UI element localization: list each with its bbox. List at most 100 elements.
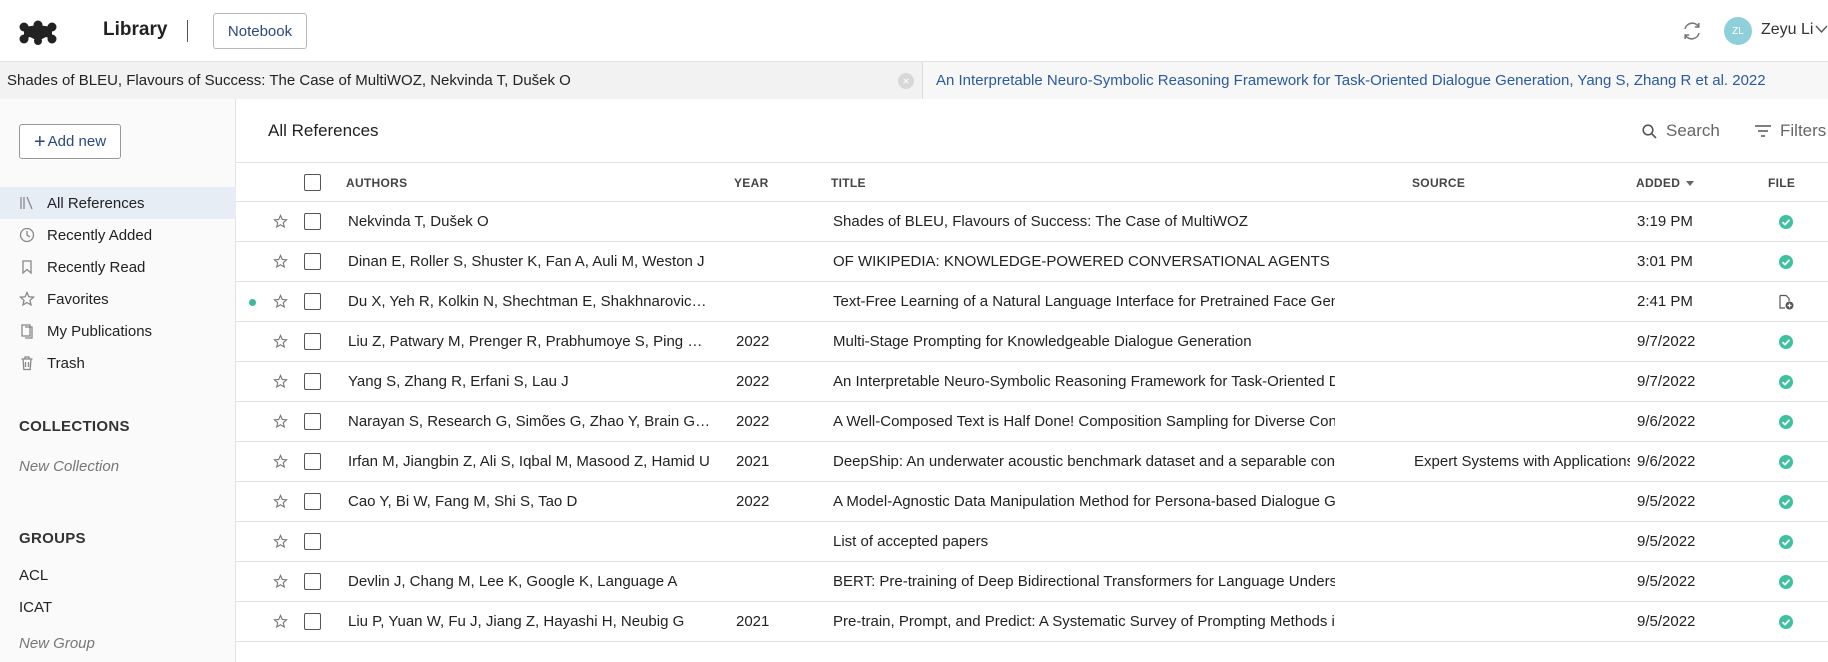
check-icon[interactable] <box>1778 454 1794 470</box>
trash-icon <box>21 356 33 371</box>
cell-year: 2022 <box>736 333 770 350</box>
favorite-star-icon[interactable] <box>273 294 288 309</box>
table-row[interactable]: Nekvinda T, Dušek O Shades of BLEU, Flavo… <box>236 202 1828 242</box>
notebook-button[interactable]: Notebook <box>213 13 307 49</box>
tab-document-2[interactable]: An Interpretable Neuro-Symbolic Reasonin… <box>923 62 1828 99</box>
sync-icon[interactable] <box>1681 20 1703 42</box>
sidebar: + Add new All References Recently Added … <box>0 99 236 662</box>
tab-document-1[interactable]: Shades of BLEU, Flavours of Success: The… <box>0 62 923 99</box>
cell-added: 3:19 PM <box>1637 213 1693 230</box>
check-icon[interactable] <box>1778 494 1794 510</box>
search-label: Search <box>1666 121 1720 140</box>
search-button[interactable]: Search <box>1642 119 1720 143</box>
row-checkbox[interactable] <box>304 293 321 310</box>
add-new-button[interactable]: + Add new <box>19 124 121 159</box>
favorite-star-icon[interactable] <box>273 214 288 229</box>
cell-authors: Dinan E, Roller S, Shuster K, Fan A, Aul… <box>348 253 705 270</box>
row-checkbox[interactable] <box>304 493 321 510</box>
check-icon[interactable] <box>1778 414 1794 430</box>
favorite-star-icon[interactable] <box>273 494 288 509</box>
panel-header: All References Search Filters <box>236 99 1828 163</box>
cell-year: 2021 <box>736 613 770 630</box>
check-icon[interactable] <box>1778 614 1794 630</box>
table-row[interactable]: Liu Z, Patwary M, Prenger R, Prabhumoye … <box>236 322 1828 362</box>
table-row[interactable]: Du X, Yeh R, Kolkin N, Shechtman E, Shak… <box>236 282 1828 322</box>
check-icon[interactable] <box>1778 254 1794 270</box>
row-checkbox[interactable] <box>304 213 321 230</box>
avatar[interactable]: ZL <box>1724 17 1752 45</box>
favorite-star-icon[interactable] <box>273 574 288 589</box>
filters-button[interactable]: Filters <box>1754 119 1826 143</box>
row-checkbox[interactable] <box>304 453 321 470</box>
sidebar-item-recently-added[interactable]: Recently Added <box>0 219 236 251</box>
publications-icon <box>21 324 33 339</box>
check-icon[interactable] <box>1778 534 1794 550</box>
row-checkbox[interactable] <box>304 573 321 590</box>
column-header-authors[interactable]: AUTHORS <box>346 176 407 190</box>
collections-title: COLLECTIONS <box>19 418 130 435</box>
add-file-icon[interactable] <box>1778 294 1794 310</box>
cell-added: 9/5/2022 <box>1637 493 1696 510</box>
check-icon[interactable] <box>1778 334 1794 350</box>
sidebar-item-all-references[interactable]: All References <box>0 187 236 219</box>
library-icon <box>20 196 33 210</box>
row-checkbox[interactable] <box>304 613 321 630</box>
table-row[interactable]: Irfan M, Jiangbin Z, Ali S, Iqbal M, Mas… <box>236 442 1828 482</box>
row-checkbox[interactable] <box>304 253 321 270</box>
chevron-down-icon[interactable] <box>1815 24 1828 34</box>
table-row[interactable]: Liu P, Yuan W, Fu J, Jiang Z, Hayashi H,… <box>236 602 1828 642</box>
cell-title: An Interpretable Neuro-Symbolic Reasonin… <box>833 373 1335 390</box>
column-header-file[interactable]: FILE <box>1768 176 1795 190</box>
favorite-star-icon[interactable] <box>273 374 288 389</box>
close-icon[interactable]: × <box>898 73 914 89</box>
select-all-checkbox[interactable] <box>304 174 321 191</box>
table-row[interactable]: List of accepted papers 9/5/2022 <box>236 522 1828 562</box>
row-checkbox[interactable] <box>304 413 321 430</box>
favorite-star-icon[interactable] <box>273 334 288 349</box>
check-icon[interactable] <box>1778 214 1794 230</box>
clock-icon <box>19 227 35 243</box>
cell-added: 9/6/2022 <box>1637 453 1696 470</box>
favorite-star-icon[interactable] <box>273 454 288 469</box>
group-item[interactable]: ACL <box>19 567 48 584</box>
table-header: AUTHORS YEAR TITLE SOURCE ADDED FILE <box>236 163 1828 202</box>
column-header-added-label: ADDED <box>1636 176 1681 190</box>
sidebar-item-my-publications[interactable]: My Publications <box>0 315 236 347</box>
column-header-title[interactable]: TITLE <box>831 176 866 190</box>
app-title: Library <box>103 19 168 40</box>
cell-authors: Cao Y, Bi W, Fang M, Shi S, Tao D <box>348 493 578 510</box>
table-row[interactable]: Narayan S, Research G, Simões G, Zhao Y,… <box>236 402 1828 442</box>
check-icon[interactable] <box>1778 374 1794 390</box>
row-checkbox[interactable] <box>304 533 321 550</box>
cell-title: OF WIKIPEDIA: KNOWLEDGE-POWERED CONVERSA… <box>833 253 1330 270</box>
column-header-added[interactable]: ADDED <box>1636 176 1695 190</box>
favorite-star-icon[interactable] <box>273 534 288 549</box>
cell-authors: Devlin J, Chang M, Lee K, Google K, Lang… <box>348 573 678 590</box>
column-header-source[interactable]: SOURCE <box>1412 176 1465 190</box>
cell-title: A Well-Composed Text is Half Done! Compo… <box>833 413 1335 430</box>
title-divider <box>187 20 188 42</box>
row-checkbox[interactable] <box>304 373 321 390</box>
table-row[interactable]: Dinan E, Roller S, Shuster K, Fan A, Aul… <box>236 242 1828 282</box>
sidebar-item-recently-read[interactable]: Recently Read <box>0 251 236 283</box>
sidebar-item-trash[interactable]: Trash <box>0 347 236 379</box>
favorite-star-icon[interactable] <box>273 414 288 429</box>
cell-year: 2021 <box>736 453 770 470</box>
user-name[interactable]: Zeyu Li <box>1761 21 1813 39</box>
favorite-star-icon[interactable] <box>273 254 288 269</box>
star-icon <box>19 291 35 307</box>
table-row[interactable]: Cao Y, Bi W, Fang M, Shi S, Tao D 2022 A M… <box>236 482 1828 522</box>
table-row[interactable]: Devlin J, Chang M, Lee K, Google K, Lang… <box>236 562 1828 602</box>
group-item[interactable]: ICAT <box>19 599 52 616</box>
check-icon[interactable] <box>1778 574 1794 590</box>
row-checkbox[interactable] <box>304 333 321 350</box>
favorite-star-icon[interactable] <box>273 614 288 629</box>
new-group-link[interactable]: New Group <box>19 635 95 652</box>
new-collection-link[interactable]: New Collection <box>19 458 119 475</box>
table-row[interactable]: Yang S, Zhang R, Erfani S, Lau J 2022 An I… <box>236 362 1828 402</box>
groups-title: GROUPS <box>19 530 86 547</box>
column-header-year[interactable]: YEAR <box>734 176 769 190</box>
sidebar-item-favorites[interactable]: Favorites <box>0 283 236 315</box>
mendeley-logo-icon[interactable] <box>18 17 58 45</box>
unread-dot <box>249 299 256 306</box>
